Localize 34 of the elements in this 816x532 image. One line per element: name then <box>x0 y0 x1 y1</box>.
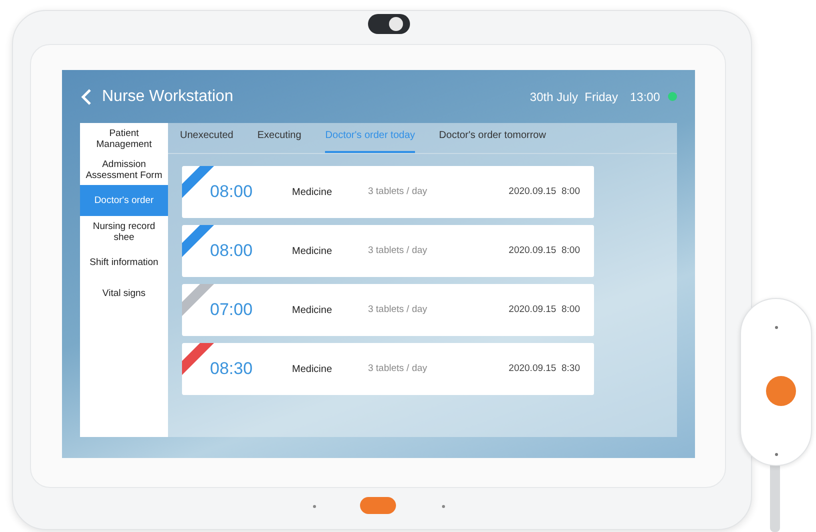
sidebar-item[interactable]: Nursing record shee <box>80 216 168 247</box>
order-card[interactable]: 08:00 Medicine 3 tablets / day 2020.09.15 8:00 <box>182 225 594 277</box>
order-time: 08:30 <box>210 358 254 380</box>
sidebar-item[interactable]: Patient Management <box>80 123 168 154</box>
home-button[interactable] <box>360 497 396 514</box>
camera-icon <box>368 14 410 34</box>
order-date: 2020.09.15 8:00 <box>508 302 580 317</box>
order-time: 08:00 <box>210 240 254 262</box>
order-dosage: 3 tablets / day <box>368 362 428 376</box>
order-dosage: 3 tablets / day <box>368 184 428 199</box>
order-dosage: 3 tablets / day <box>368 244 428 258</box>
date-label: 30th July Friday <box>530 88 618 106</box>
tab[interactable]: Doctor's order tomorrow <box>439 128 546 153</box>
order-name: Medicine <box>292 362 334 376</box>
order-name: Medicine <box>292 244 334 258</box>
order-time: 08:00 <box>210 181 254 204</box>
order-date: 2020.09.15 8:00 <box>508 184 580 199</box>
order-card[interactable]: 08:00 Medicine 3 tablets / day 2020.09.15 8:00 <box>182 166 594 218</box>
time-label: 13:00 <box>630 88 660 106</box>
order-card[interactable]: 07:00 Medicine 3 tablets / day 2020.09.15 8:00 <box>182 284 594 336</box>
order-time: 07:00 <box>210 299 254 322</box>
order-date: 2020.09.15 8:00 <box>508 244 580 258</box>
order-date: 2020.09.15 8:30 <box>508 362 580 376</box>
app-title: Nurse Workstation <box>102 86 234 106</box>
back-icon[interactable] <box>80 88 92 106</box>
order-name: Medicine <box>292 304 334 318</box>
order-dosage: 3 tablets / day <box>368 302 428 317</box>
sidebar-item[interactable]: Admission Assessment Form <box>80 154 168 185</box>
tab[interactable]: Unexecuted <box>180 128 234 153</box>
order-name: Medicine <box>292 186 334 200</box>
sidebar-item[interactable]: Vital signs <box>80 278 168 309</box>
tab[interactable]: Executing <box>257 128 302 153</box>
order-card[interactable]: 08:30 Medicine 3 tablets / day 2020.09.15 8:30 <box>182 343 594 395</box>
sidebar-item[interactable]: Shift information <box>80 247 168 278</box>
